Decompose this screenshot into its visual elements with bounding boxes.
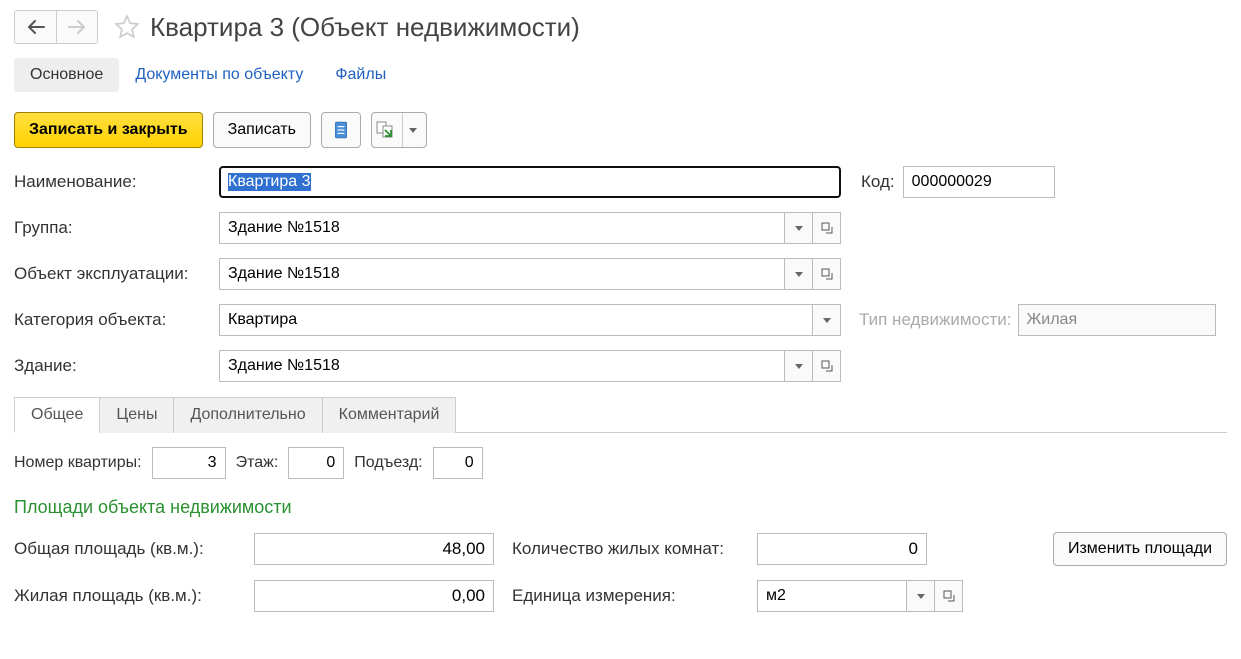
row-group: Группа: <box>14 212 1227 244</box>
subtab-additional[interactable]: Дополнительно <box>173 397 322 433</box>
unit-open-btn[interactable] <box>935 580 963 612</box>
row-building: Здание: <box>14 350 1227 382</box>
building-open-btn[interactable] <box>813 350 841 382</box>
nav-history-group <box>14 10 98 44</box>
document-icon <box>332 121 350 139</box>
save-button[interactable]: Записать <box>213 112 311 148</box>
chevron-down-icon <box>917 594 925 599</box>
floor-input[interactable] <box>288 447 344 479</box>
row-apartment-details: Номер квартиры: Этаж: Подъезд: <box>14 447 1227 479</box>
entrance-input[interactable] <box>433 447 483 479</box>
tab-documents[interactable]: Документы по объекту <box>119 58 319 92</box>
group-open-btn[interactable] <box>813 212 841 244</box>
toolbar: Записать и закрыть Записать <box>14 112 1227 148</box>
entrance-label: Подъезд: <box>354 454 422 472</box>
areas-section-title: Площади объекта недвижимости <box>14 497 1227 518</box>
total-area-input[interactable] <box>254 533 494 565</box>
subtab-prices[interactable]: Цены <box>99 397 174 433</box>
chevron-down-icon <box>795 226 803 231</box>
building-dropdown-btn[interactable] <box>785 350 813 382</box>
row-total-area: Общая площадь (кв.м.): Количество жилых … <box>14 532 1227 566</box>
sub-tabs: Общее Цены Дополнительно Комментарий <box>14 396 1227 433</box>
row-exploitation: Объект эксплуатации: <box>14 258 1227 290</box>
top-nav-tabs: Основное Документы по объекту Файлы <box>14 58 1227 92</box>
exploitation-open-btn[interactable] <box>813 258 841 290</box>
exploitation-label: Объект эксплуатации: <box>14 264 219 284</box>
group-label: Группа: <box>14 218 219 238</box>
building-input-wrap <box>219 350 841 382</box>
row-name-code: Наименование: Код: <box>14 166 1227 198</box>
living-area-label: Жилая площадь (кв.м.): <box>14 586 254 606</box>
living-area-input[interactable] <box>254 580 494 612</box>
building-label: Здание: <box>14 356 219 376</box>
realty-type-input <box>1018 304 1216 336</box>
nav-back-btn[interactable] <box>14 10 56 44</box>
name-label: Наименование: <box>14 172 219 192</box>
open-icon <box>821 360 833 372</box>
chevron-down-icon <box>795 272 803 277</box>
tab-main[interactable]: Основное <box>14 58 119 92</box>
category-input[interactable] <box>219 304 813 336</box>
dropdown-caret-icon <box>402 113 417 147</box>
exploitation-dropdown-btn[interactable] <box>785 258 813 290</box>
unit-dropdown-btn[interactable] <box>907 580 935 612</box>
unit-input[interactable] <box>757 580 907 612</box>
apt-no-label: Номер квартиры: <box>14 454 142 472</box>
realty-type-label: Тип недвижимости: <box>859 310 1012 330</box>
chevron-down-icon <box>795 364 803 369</box>
exploitation-input-wrap <box>219 258 841 290</box>
save-close-button[interactable]: Записать и закрыть <box>14 112 203 148</box>
change-areas-button[interactable]: Изменить площади <box>1053 532 1227 566</box>
name-input[interactable] <box>219 166 841 198</box>
arrow-left-icon <box>27 20 45 34</box>
open-icon <box>821 268 833 280</box>
unit-label: Единица измерения: <box>512 586 757 606</box>
category-input-wrap <box>219 304 841 336</box>
building-input[interactable] <box>219 350 785 382</box>
group-input-wrap <box>219 212 841 244</box>
group-input[interactable] <box>219 212 785 244</box>
rooms-input[interactable] <box>757 533 927 565</box>
group-dropdown-btn[interactable] <box>785 212 813 244</box>
report-button[interactable] <box>321 112 361 148</box>
header: Квартира 3 (Объект недвижимости) <box>14 10 1227 44</box>
category-dropdown-btn[interactable] <box>813 304 841 336</box>
floor-label: Этаж: <box>236 454 279 472</box>
page-title: Квартира 3 (Объект недвижимости) <box>150 12 580 43</box>
tab-files[interactable]: Файлы <box>319 58 402 92</box>
apt-no-input[interactable] <box>152 447 226 479</box>
chevron-down-icon <box>823 318 831 323</box>
create-based-button[interactable] <box>371 112 427 148</box>
create-linked-icon <box>376 121 396 139</box>
exploitation-input[interactable] <box>219 258 785 290</box>
rooms-label: Количество жилых комнат: <box>512 539 757 559</box>
open-icon <box>821 222 833 234</box>
row-category: Категория объекта: Тип недвижимости: <box>14 304 1227 336</box>
subtab-general[interactable]: Общее <box>14 397 100 433</box>
unit-input-wrap <box>757 580 963 612</box>
subtab-comment[interactable]: Комментарий <box>322 397 457 433</box>
nav-forward-btn[interactable] <box>56 10 98 44</box>
favorite-star-icon[interactable] <box>110 10 144 44</box>
code-label: Код: <box>861 172 895 192</box>
open-icon <box>943 590 955 602</box>
code-input[interactable] <box>903 166 1055 198</box>
total-area-label: Общая площадь (кв.м.): <box>14 539 254 559</box>
row-living-area: Жилая площадь (кв.м.): Единица измерения… <box>14 580 1227 612</box>
category-label: Категория объекта: <box>14 310 219 330</box>
arrow-right-icon <box>68 20 86 34</box>
